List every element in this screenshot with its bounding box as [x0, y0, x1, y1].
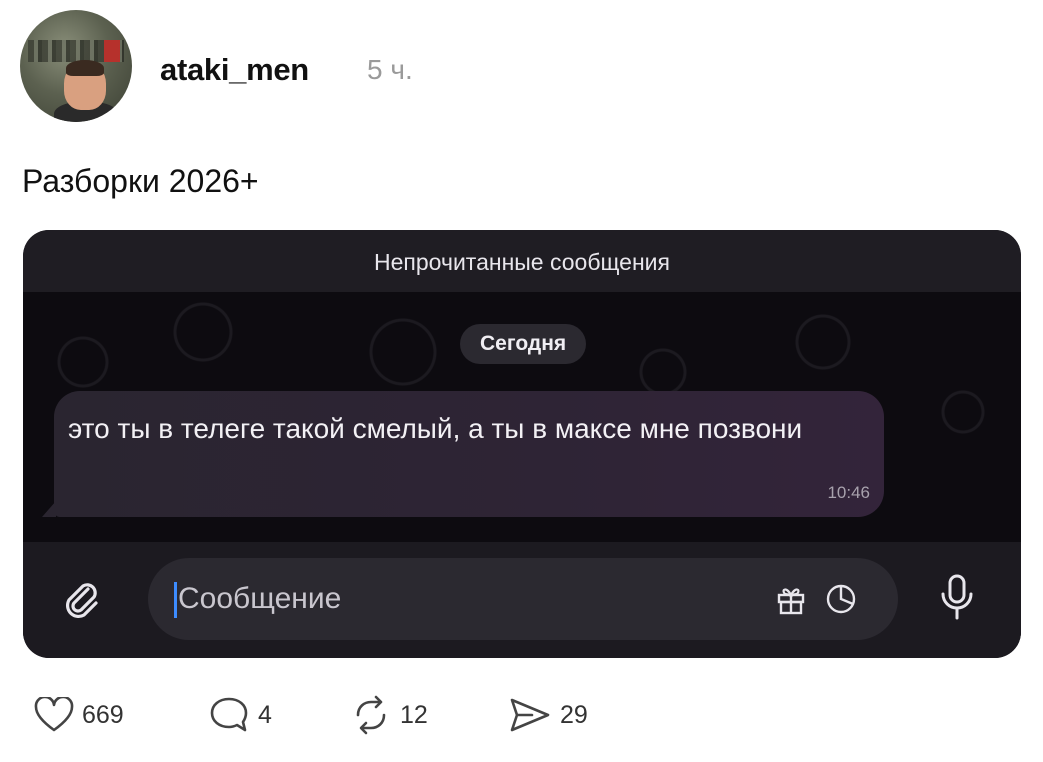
share-count: 29: [560, 700, 588, 729]
message-input[interactable]: Сообщение: [148, 558, 898, 640]
text-caret: [174, 582, 177, 618]
like-button[interactable]: 669: [34, 693, 124, 737]
comment-icon: [210, 697, 248, 732]
avatar[interactable]: [20, 10, 132, 122]
message-time: 10:46: [827, 483, 870, 502]
chat-screenshot[interactable]: Непрочитанные сообщения Сегодня это ты в…: [23, 230, 1021, 658]
chat-input-bar: Сообщение: [23, 542, 1021, 658]
date-separator: Сегодня: [460, 324, 587, 364]
gift-icon[interactable]: [774, 582, 808, 616]
sticker-icon[interactable]: [824, 582, 858, 616]
message-bubble[interactable]: это ты в телеге такой смелый, а ты в мак…: [42, 391, 884, 517]
repost-count: 12: [400, 700, 428, 729]
share-icon: [510, 698, 550, 732]
message-placeholder: Сообщение: [178, 582, 342, 615]
paperclip-icon[interactable]: [55, 572, 105, 622]
comment-count: 4: [258, 700, 272, 729]
post-time: 5 ч.: [367, 54, 413, 85]
post-text: Разборки 2026+: [22, 163, 259, 199]
comment-button[interactable]: 4: [208, 693, 272, 737]
repost-button[interactable]: 12: [350, 693, 428, 737]
avatar-flag: [104, 40, 120, 62]
username[interactable]: ataki_men: [160, 52, 309, 88]
message-text: это ты в телеге такой смелый, а ты в мак…: [68, 413, 803, 444]
bubble-tail: [42, 501, 56, 517]
like-count: 669: [82, 700, 124, 729]
repost-icon: [356, 695, 386, 735]
share-button[interactable]: 29: [508, 693, 588, 737]
unread-messages-header: Непрочитанные сообщения: [23, 230, 1021, 292]
heart-icon: [34, 697, 74, 732]
microphone-icon[interactable]: [937, 572, 977, 622]
avatar-hair: [66, 60, 104, 76]
